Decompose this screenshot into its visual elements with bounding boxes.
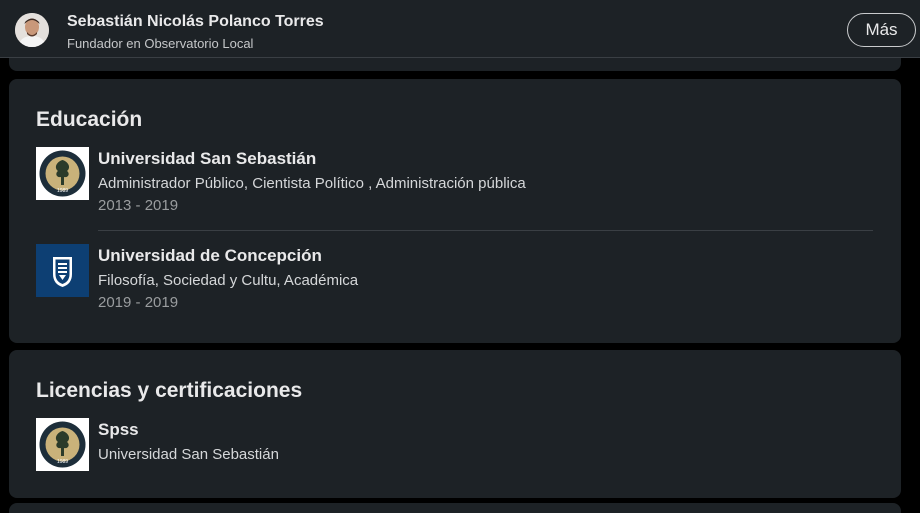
university-seal-icon: 1989 [36, 147, 89, 200]
uss-seal-logo[interactable]: 1989 [36, 418, 89, 471]
profile-name: Sebastián Nicolás Polanco Torres [67, 13, 324, 30]
avatar[interactable] [15, 13, 49, 47]
degree-text: Filosofía, Sociedad y Cultu, Académica [98, 272, 359, 289]
section-title: Licencias y certificaciones [36, 379, 303, 402]
udec-shield-logo[interactable] [36, 244, 89, 297]
more-button[interactable]: Más [847, 13, 916, 47]
divider [98, 230, 873, 231]
seal-year: 1989 [57, 188, 68, 194]
date-range: 2013 - 2019 [98, 197, 179, 214]
section-title: Educación [36, 108, 143, 131]
certification-entry[interactable]: 1989 Spss Universidad San Sebastián [9, 418, 901, 498]
education-section: Educación 1989 Universidad San Sebastián… [9, 79, 901, 343]
previous-section-card-edge [9, 58, 901, 71]
uss-seal-logo[interactable]: 1989 [36, 147, 89, 200]
university-shield-icon [36, 244, 89, 297]
date-range: 2019 - 2019 [98, 294, 179, 311]
avatar-photo-icon [15, 13, 49, 47]
education-entry[interactable]: Universidad de Concepción Filosofía, Soc… [9, 244, 901, 324]
university-seal-icon: 1989 [36, 418, 89, 471]
certifications-section: Licencias y certificaciones 1989 Spss Un… [9, 350, 901, 498]
certification-issuer: Universidad San Sebastián [98, 446, 279, 463]
profile-headline: Fundador en Observatorio Local [67, 36, 254, 51]
certification-name[interactable]: Spss [98, 420, 139, 440]
education-entry[interactable]: 1989 Universidad San Sebastián Administr… [9, 147, 901, 227]
seal-year: 1989 [57, 459, 68, 465]
next-section-card-edge [9, 503, 901, 513]
degree-text: Administrador Público, Cientista Polític… [98, 175, 526, 192]
school-name[interactable]: Universidad San Sebastián [98, 149, 316, 169]
profile-sticky-header: Sebastián Nicolás Polanco Torres Fundado… [0, 0, 920, 58]
school-name[interactable]: Universidad de Concepción [98, 246, 322, 266]
